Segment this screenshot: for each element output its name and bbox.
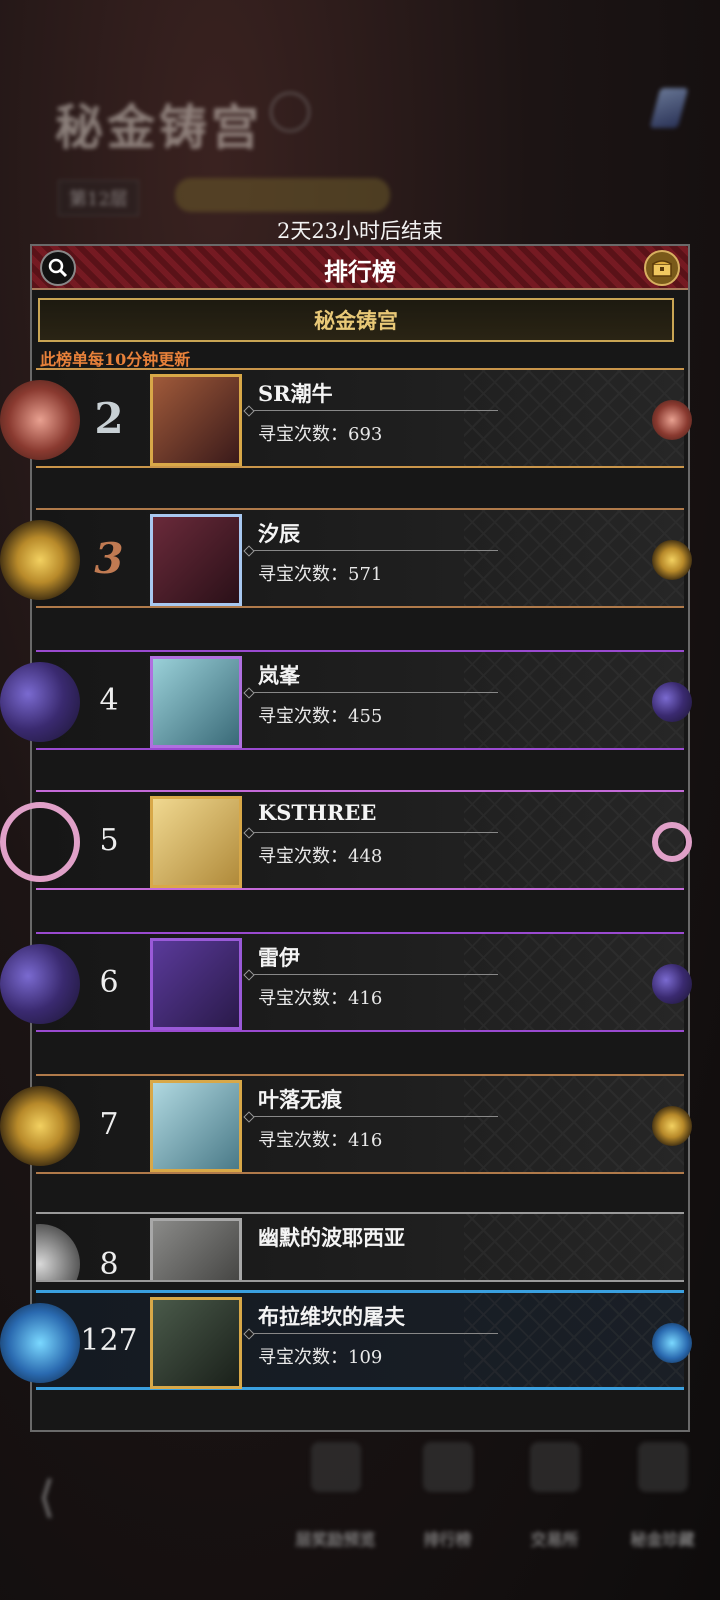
bottom-nav: ⟨ 层奖励预览 排行榜 交易所 秘金珍藏: [0, 1432, 720, 1600]
moon-badge-icon: [652, 964, 692, 1004]
nav-treasure-collection[interactable]: 秘金珍藏: [610, 1442, 715, 1550]
treasure-count: 寻宝次数：416: [258, 1130, 383, 1151]
rings-badge-icon: [652, 822, 692, 862]
divider: [248, 974, 498, 975]
avatar[interactable]: [150, 1080, 242, 1172]
moon-emblem-icon: [0, 662, 80, 742]
divider: [248, 410, 498, 411]
row-pattern: [464, 652, 684, 748]
player-name: 汐辰: [258, 521, 300, 546]
rank-number: 6: [99, 964, 119, 1000]
rings-emblem-icon: [0, 802, 80, 882]
leaderboard-row[interactable]: 6 雷伊 寻宝次数：416: [0, 932, 692, 1032]
player-name: 岚峯: [258, 663, 300, 688]
treasure-count: 寻宝次数：455: [258, 706, 383, 727]
moon-emblem-icon: [0, 944, 80, 1024]
player-name: 叶落无痕: [258, 1087, 342, 1112]
background-hint-banner: [175, 178, 390, 212]
rank-number: 127: [80, 1322, 138, 1358]
background-title: 秘金铸宫: [55, 100, 264, 156]
row-pattern: [464, 792, 684, 888]
treasure-icon: [637, 1442, 688, 1492]
row-pattern: [464, 510, 684, 606]
row-pattern: [464, 1293, 684, 1387]
trophy-icon: [422, 1442, 473, 1492]
chest-icon: [310, 1442, 361, 1492]
leaderboard-row[interactable]: 7 叶落无痕 寻宝次数：416: [0, 1074, 692, 1174]
chest-icon: [652, 260, 672, 277]
player-name: KSTHREE: [258, 800, 377, 825]
panel-title: 排行榜: [324, 257, 396, 286]
back-arrow-icon[interactable]: ⟨: [38, 1472, 55, 1523]
nav-label: 秘金珍藏: [630, 1530, 695, 1549]
leaderboard-row[interactable]: 5 KSTHREE 寻宝次数：448: [0, 790, 692, 890]
update-note: 此榜单每10分钟更新: [40, 350, 191, 369]
rank-number: 2: [94, 393, 124, 443]
divider: [248, 1116, 498, 1117]
star-emblem-icon: [0, 1303, 80, 1383]
avatar[interactable]: [150, 374, 242, 466]
sun-emblem-icon: [0, 1086, 80, 1166]
divider: [248, 832, 498, 833]
treasure-count: 寻宝次数：448: [258, 846, 383, 867]
leaderboard-row[interactable]: 8 幽默的波耶西亚: [36, 1212, 684, 1282]
exchange-icon: [529, 1442, 580, 1492]
leaderboard-row[interactable]: 3 汐辰 寻宝次数：571: [0, 508, 692, 608]
row-pattern: [464, 1076, 684, 1172]
leaderboard-row[interactable]: 2 SR潮牛 寻宝次数：693: [0, 368, 692, 468]
row-pattern: [464, 934, 684, 1030]
star-badge-icon: [652, 1323, 692, 1363]
avatar[interactable]: [150, 1218, 242, 1280]
nav-leaderboard[interactable]: 排行榜: [395, 1442, 500, 1550]
avatar[interactable]: [150, 514, 242, 606]
avatar[interactable]: [150, 938, 242, 1030]
player-name: SR潮牛: [258, 381, 333, 406]
row-pattern: [464, 1214, 684, 1280]
rank-number: 8: [99, 1246, 119, 1282]
background-search-icon: [270, 92, 310, 132]
moon-badge-icon: [652, 682, 692, 722]
treasure-count: 寻宝次数：693: [258, 424, 383, 445]
leaderboard-row[interactable]: 4 岚峯 寻宝次数：455: [0, 650, 692, 750]
row-pattern: [464, 370, 684, 466]
treasure-count: 寻宝次数：109: [258, 1347, 383, 1368]
event-timer: 2天23小时后结束: [276, 219, 444, 243]
avatar[interactable]: [150, 656, 242, 748]
rank-number: 3: [94, 533, 124, 583]
tab-mijin-zhugong[interactable]: 秘金铸宫: [38, 298, 674, 342]
sun-badge-icon: [652, 540, 692, 580]
reward-chest-button[interactable]: [644, 250, 680, 286]
my-rank-row[interactable]: 127 布拉维坎的屠夫 寻宝次数：109: [0, 1290, 692, 1390]
rank-number: 5: [99, 822, 119, 858]
rose-emblem-icon: [0, 380, 80, 460]
crystal-icon: [649, 88, 689, 128]
nav-label: 排行榜: [423, 1530, 472, 1549]
divider: [248, 692, 498, 693]
avatar[interactable]: [150, 1297, 242, 1389]
treasure-count: 寻宝次数：571: [258, 564, 383, 585]
background-floor-label: 第12层: [58, 180, 139, 216]
tab-label: 秘金铸宫: [314, 308, 398, 333]
panel-header: 排行榜: [32, 246, 688, 290]
rose-badge-icon: [652, 400, 692, 440]
treasure-count: 寻宝次数：416: [258, 988, 383, 1009]
avatar[interactable]: [150, 796, 242, 888]
divider: [248, 550, 498, 551]
player-name: 布拉维坎的屠夫: [258, 1304, 405, 1329]
divider: [248, 1333, 498, 1334]
nav-floor-rewards[interactable]: 层奖励预览: [283, 1442, 388, 1550]
rank-number: 4: [99, 682, 119, 718]
player-name: 雷伊: [258, 945, 300, 970]
sun-badge-icon: [652, 1106, 692, 1146]
nav-label: 交易所: [530, 1530, 579, 1549]
rank-number: 7: [99, 1106, 119, 1142]
nav-label: 层奖励预览: [295, 1530, 376, 1549]
player-name: 幽默的波耶西亚: [258, 1225, 405, 1250]
nav-exchange[interactable]: 交易所: [502, 1442, 607, 1550]
sun-emblem-icon: [0, 520, 80, 600]
